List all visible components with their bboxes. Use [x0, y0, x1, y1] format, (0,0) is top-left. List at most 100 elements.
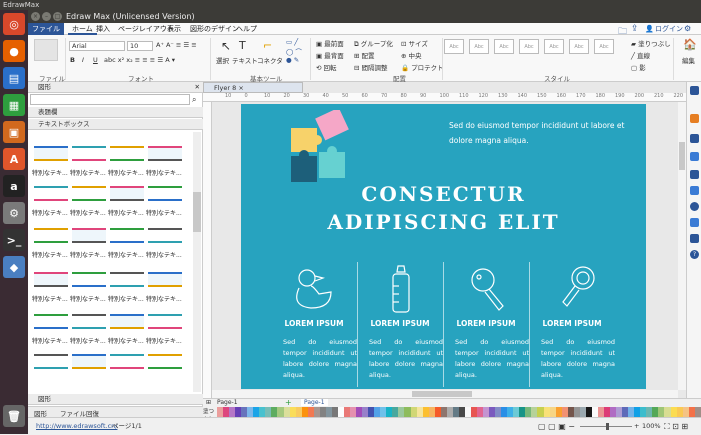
horizontal-scrollbar[interactable] [212, 390, 678, 398]
text-button[interactable]: テキスト [232, 55, 258, 65]
page-panel-icon[interactable] [690, 186, 699, 195]
textbox-thumbnail[interactable] [110, 186, 144, 201]
rotate-button[interactable]: ⟲ 回転 [316, 62, 337, 72]
login-link[interactable]: ログイン [655, 23, 683, 35]
italic-button[interactable]: I [82, 56, 84, 64]
column-1-body[interactable]: Sed do eiusmod tempor incididunt ut labo… [283, 337, 357, 381]
maximize-window-icon[interactable]: □ [53, 12, 62, 21]
textbox-thumbnail[interactable] [34, 228, 68, 243]
attachment-panel-icon[interactable] [690, 218, 699, 227]
puzzle-icon[interactable] [289, 110, 359, 188]
textbox-thumbnail[interactable] [34, 314, 68, 329]
style-preset-6[interactable]: Abc [569, 39, 589, 54]
column-1-heading[interactable]: LOREM IPSUM [271, 319, 357, 328]
impress-icon[interactable]: ▣ [3, 121, 25, 143]
firefox-icon[interactable]: ● [3, 40, 25, 62]
column-2-body[interactable]: Sed do eiusmod tempor incididunt ut labo… [369, 337, 443, 381]
textbox-thumbnail[interactable] [148, 146, 182, 161]
textbox-thumbnail[interactable] [72, 146, 106, 161]
spacing-button[interactable]: ⊟ 間隔調整 [354, 62, 388, 72]
close-window-icon[interactable]: × [31, 12, 40, 21]
zoom-in-icon[interactable]: + [634, 418, 639, 435]
style-preset-2[interactable]: Abc [469, 39, 489, 54]
textbox-thumbnail[interactable] [148, 228, 182, 243]
textbox-thumbnail[interactable] [34, 272, 68, 287]
file-save-icon[interactable] [34, 39, 58, 61]
column-3-body[interactable]: Sed do eiusmod tempor incididunt ut labo… [455, 337, 529, 381]
flyer-title-line1[interactable]: CONSECTUR [241, 182, 646, 206]
column-3-heading[interactable]: LOREM IPSUM [443, 319, 529, 328]
menu-file[interactable]: ファイル [28, 23, 64, 35]
group-button[interactable]: ⧉ グループ化 [354, 38, 393, 49]
textbox-thumbnail[interactable] [72, 186, 106, 201]
zoom-slider[interactable] [580, 423, 632, 430]
page-nav-icon[interactable]: ⊞ [206, 399, 211, 406]
comment-panel-icon[interactable] [690, 234, 699, 243]
textbox-thumbnail[interactable] [110, 146, 144, 161]
help-panel-icon[interactable]: ? [690, 250, 699, 259]
current-page-select[interactable]: Page-1 [217, 399, 238, 406]
align-buttons[interactable]: abc x² x₂ ≡ ≡ ≡ ☰ A ▾ [104, 56, 175, 64]
font-size-select[interactable]: 10 [127, 41, 153, 51]
panel-pin-icon[interactable]: ✕ [195, 82, 200, 93]
panel-scrollbar[interactable] [193, 132, 201, 392]
vertical-scrollbar[interactable] [678, 102, 686, 390]
select-button[interactable]: 選択 [216, 55, 229, 65]
terminal-icon[interactable]: >_ [3, 229, 25, 251]
flyer-intro-text[interactable]: Sed do eiusmod tempor incididunt ut labo… [449, 118, 629, 148]
textbox-thumbnail[interactable] [148, 272, 182, 287]
line-button[interactable]: ╱ 直線 [631, 50, 650, 60]
hyperlink-panel-icon[interactable] [690, 202, 699, 211]
text-tool-icon[interactable]: T [239, 39, 246, 52]
send-back-button[interactable]: ▣ 最背面 [316, 50, 344, 60]
calc-icon[interactable]: ▦ [3, 94, 25, 116]
column-4-heading[interactable]: LOREM IPSUM [529, 319, 615, 328]
bring-front-button[interactable]: ▣ 最前面 [316, 38, 344, 48]
gear-icon[interactable]: ⚙ [684, 24, 691, 33]
share-icon[interactable]: ⇪ [631, 24, 639, 34]
textbox-thumbnail[interactable] [110, 228, 144, 243]
flyer-title-line2[interactable]: ADIPISCING ELIT [241, 210, 646, 234]
search-icon[interactable]: ⌕ [192, 95, 196, 105]
textbox-thumbnail[interactable] [72, 314, 106, 329]
textbox-thumbnail[interactable] [72, 272, 106, 287]
menu-help[interactable]: ヘルプ [232, 23, 261, 35]
menu-insert[interactable]: 挿入 [92, 23, 114, 35]
fill-button[interactable]: ▰ 塗りつぶし [631, 38, 671, 48]
amazon-icon[interactable]: a [3, 175, 25, 197]
color-swatch[interactable] [694, 407, 701, 417]
style-preset-3[interactable]: Abc [494, 39, 514, 54]
shadow-button[interactable]: ▢ 影 [631, 62, 646, 72]
align-button[interactable]: ⊞ 配置 [354, 50, 375, 60]
column-2-heading[interactable]: LOREM IPSUM [357, 319, 443, 328]
textbox-thumbnail[interactable] [72, 354, 106, 369]
column-4-body[interactable]: Sed do eiusmod tempor incididunt ut labo… [541, 337, 615, 381]
menu-view[interactable]: 表示 [163, 23, 185, 35]
view-mode-icons[interactable]: ▢ ▢ ▣ − [538, 418, 575, 435]
software-center-icon[interactable]: A [3, 148, 25, 170]
layers-panel-icon[interactable] [690, 170, 699, 179]
size-button[interactable]: ⊡ サイズ [401, 38, 428, 48]
style-preset-4[interactable]: Abc [519, 39, 539, 54]
page-tab-1[interactable]: Page-1 [301, 399, 328, 406]
textbox-thumbnail[interactable] [110, 314, 144, 329]
font-name-select[interactable]: Arial [69, 41, 125, 51]
section-textbox[interactable]: テキストボックス [28, 119, 203, 130]
add-page-icon[interactable]: + [285, 398, 292, 407]
writer-icon[interactable]: ▤ [3, 67, 25, 89]
dash-icon[interactable]: ◎ [3, 13, 25, 35]
center-button[interactable]: ⊕ 中央 [401, 50, 422, 60]
section-shapes-bottom[interactable]: 図形 [28, 394, 203, 405]
textbox-thumbnail[interactable] [110, 272, 144, 287]
user-icon[interactable]: 👤 [645, 25, 654, 33]
image-panel-icon[interactable] [690, 152, 699, 161]
line-panel-icon[interactable] [690, 114, 699, 123]
protect-button[interactable]: 🔒 プロテクト [401, 62, 444, 72]
connector-icon[interactable]: ⌐ [263, 39, 272, 52]
textbox-thumbnail[interactable] [110, 354, 144, 369]
textbox-thumbnail[interactable] [148, 314, 182, 329]
minimize-window-icon[interactable]: – [42, 12, 51, 21]
flyer-page[interactable]: Sed do eiusmod tempor incididunt ut labo… [241, 104, 646, 389]
edit-button[interactable]: 編集 [682, 55, 695, 65]
section-title-block[interactable]: 表題欄 [28, 107, 203, 118]
